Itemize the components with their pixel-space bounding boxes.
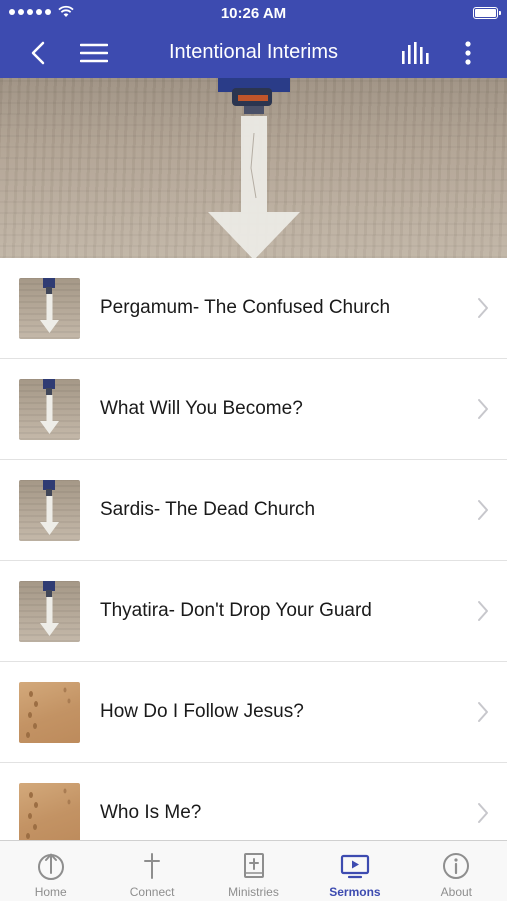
footprints-thumb-art [26, 687, 71, 738]
tab-home[interactable]: Home [0, 841, 101, 901]
sermon-thumbnail [19, 480, 80, 541]
status-time: 10:26 AM [220, 5, 287, 22]
sermon-title: Thyatira- Don't Drop Your Guard [100, 600, 372, 621]
sermon-title: What Will You Become? [100, 398, 303, 419]
tab-label: Sermons [329, 885, 381, 899]
sermon-title: Sardis- The Dead Church [100, 499, 316, 520]
tab-connect[interactable]: Connect [101, 841, 202, 901]
tab-label: About [440, 885, 472, 899]
sermon-thumbnail [19, 783, 80, 844]
chevron-right-icon [478, 702, 488, 722]
more-vertical-icon [465, 41, 471, 65]
status-bar: 10:26 AM [0, 0, 507, 28]
more-options-button[interactable] [452, 28, 484, 78]
road-arrow-thumb-art [40, 278, 59, 333]
sermon-thumbnail [19, 278, 80, 339]
footprints-thumb-art [26, 788, 71, 839]
video-play-icon [340, 854, 370, 879]
sermon-title: How Do I Follow Jesus? [100, 701, 304, 722]
sermon-row[interactable]: How Do I Follow Jesus? [0, 662, 507, 763]
tab-sermons[interactable]: Sermons [304, 841, 405, 901]
sermon-thumbnail [19, 581, 80, 642]
road-arrow-thumb-art [40, 581, 59, 636]
bible-icon [243, 853, 264, 878]
chevron-right-icon [478, 500, 488, 520]
tab-label: Home [34, 885, 67, 899]
sermon-row[interactable]: Thyatira- Don't Drop Your Guard [0, 561, 507, 662]
chevron-right-icon [478, 803, 488, 823]
tab-about[interactable]: About [406, 841, 507, 901]
sermon-row[interactable]: What Will You Become? [0, 359, 507, 460]
audio-button[interactable] [396, 28, 436, 78]
tab-ministries[interactable]: Ministries [203, 841, 304, 901]
cross-icon [144, 853, 161, 879]
road-arrow-image [208, 78, 300, 258]
battery-icon [473, 7, 501, 19]
tab-label: Ministries [228, 885, 279, 899]
home-arrow-icon [37, 853, 64, 880]
audio-bars-icon [402, 42, 429, 64]
tab-bar: Home Connect Ministries Sermons About [0, 840, 507, 901]
sermon-list: Pergamum- The Confused Church What Will Y… [0, 258, 507, 864]
sermon-thumbnail [19, 682, 80, 743]
tab-label: Connect [129, 885, 175, 899]
info-icon [443, 853, 470, 879]
series-banner-image [0, 78, 507, 258]
road-arrow-thumb-art [40, 480, 59, 535]
sermon-row[interactable]: Sardis- The Dead Church [0, 460, 507, 561]
nav-bar: Intentional Interims [0, 28, 507, 78]
sermon-row[interactable]: Pergamum- The Confused Church [0, 258, 507, 359]
road-arrow-thumb-art [40, 379, 59, 434]
chevron-right-icon [478, 298, 488, 318]
sermon-thumbnail [19, 379, 80, 440]
chevron-right-icon [478, 399, 488, 419]
sermon-title: Pergamum- The Confused Church [100, 297, 391, 318]
chevron-right-icon [478, 601, 488, 621]
